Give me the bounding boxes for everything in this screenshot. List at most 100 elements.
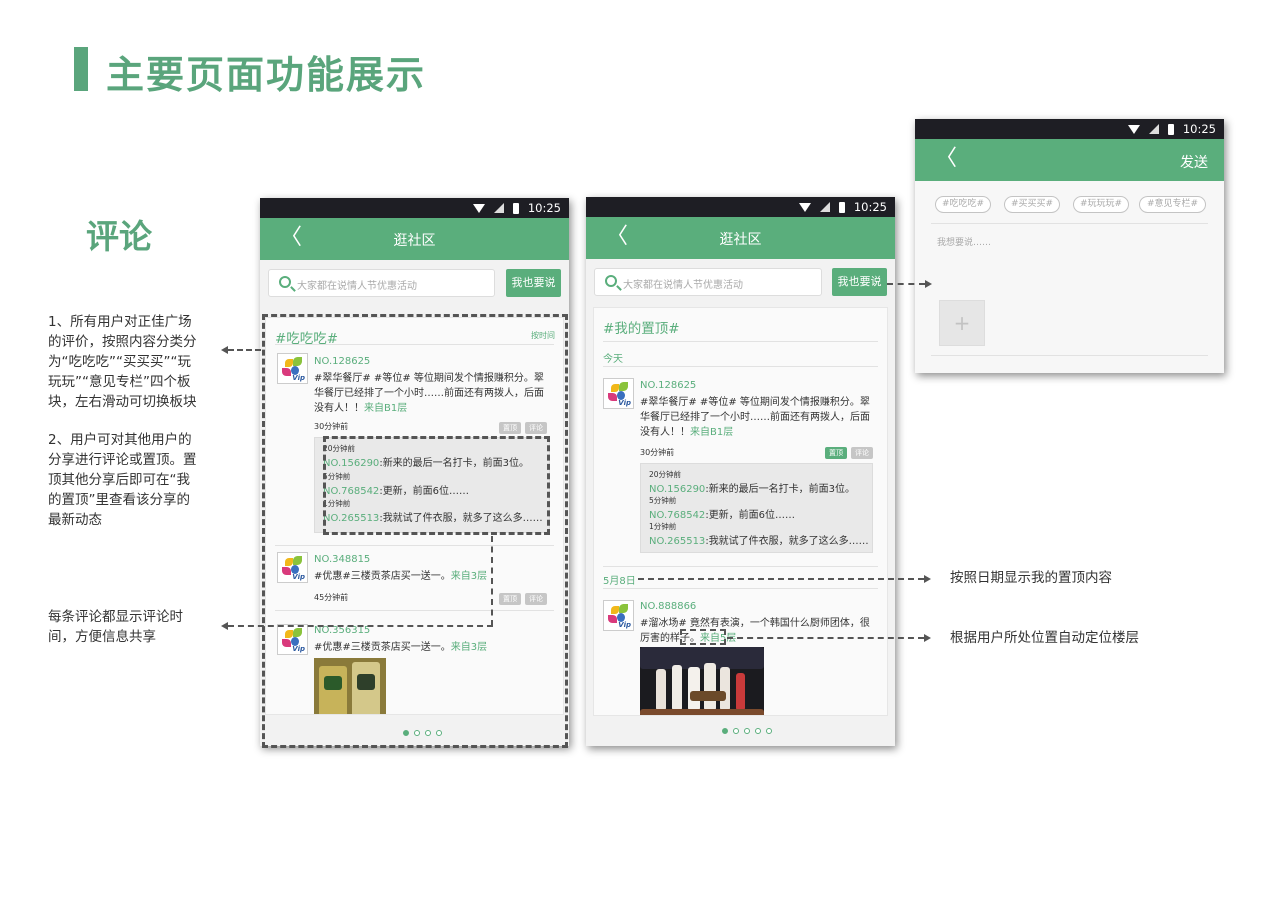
- status-bar: 10:25: [915, 119, 1224, 139]
- note-floor: 根据用户所处位置自动定位楼层: [950, 630, 1139, 646]
- note-line: 最新动态: [48, 512, 102, 528]
- note-line: 为“吃吃吃”“买买买”“玩: [48, 354, 191, 370]
- app-bar: 〈 逛社区: [260, 218, 569, 260]
- note-categories: 1、所有用户对正佳广场 的评价，按照内容分类分 为“吃吃吃”“买买买”“玩 玩玩…: [48, 312, 197, 412]
- divider: [931, 223, 1208, 224]
- page-dot[interactable]: [722, 728, 728, 734]
- note-line: 1、所有用户对正佳广场: [48, 314, 192, 330]
- post-button[interactable]: 我也要说: [832, 268, 887, 296]
- category-title: #我的置顶#: [603, 321, 680, 337]
- tag-chip[interactable]: #吃吃吃#: [935, 196, 991, 213]
- status-time: 10:25: [1182, 122, 1216, 136]
- app-bar: 〈 逛社区: [586, 217, 895, 259]
- highlight-reply-box: [323, 436, 550, 535]
- app-bar: 〈 发送: [915, 139, 1224, 181]
- reply-number: NO.265513: [649, 536, 706, 547]
- divider: [603, 341, 878, 342]
- search-input[interactable]: 大家都在说情人节优惠活动: [268, 269, 495, 297]
- search-row: 大家都在说情人节优惠活动 我也要说: [586, 268, 895, 308]
- comment-button[interactable]: 评论: [851, 447, 873, 459]
- page-dot[interactable]: [733, 728, 739, 734]
- signal-icon: [819, 202, 830, 212]
- divider: [603, 566, 878, 567]
- connector-line: [228, 625, 493, 627]
- pin-button[interactable]: 置顶: [825, 447, 847, 459]
- page-dot[interactable]: [744, 728, 750, 734]
- connector-line: [491, 536, 493, 626]
- reply-time: 5分钟前: [649, 496, 677, 505]
- status-time: 10:25: [853, 200, 887, 214]
- signal-icon: [1148, 124, 1159, 134]
- status-time: 10:25: [527, 201, 561, 215]
- connector-line: [727, 637, 924, 639]
- post-body: #翠华餐厅# #等位# 等位期间发个情报赚积分。翠华餐厅已经排了一个小时……前面…: [640, 397, 870, 438]
- post-time: 30分钟前: [640, 448, 675, 457]
- reply-box: 20分钟前 NO.156290:新来的最后一名打卡，前面3位。 5分钟前 NO.…: [640, 463, 873, 553]
- reply-item: NO.768542:更新，前面6位……: [649, 510, 796, 521]
- reply-text: 更新，前面6位……: [708, 510, 796, 521]
- divider: [931, 355, 1208, 356]
- arrow-head-icon: [925, 280, 932, 288]
- title-accent-bar: [74, 47, 88, 91]
- note-line: 分享进行评论或置顶。置: [48, 452, 197, 468]
- compose-input[interactable]: 我想要说……: [937, 235, 991, 248]
- status-bar: 10:25: [586, 197, 895, 217]
- post-floor: 来自B1层: [690, 427, 734, 438]
- reply-number: NO.768542: [649, 510, 706, 521]
- page-indicator[interactable]: [722, 728, 772, 734]
- reply-text: 新来的最后一名打卡，前面3位。: [708, 484, 856, 495]
- post-number: NO.888866: [640, 601, 697, 612]
- note-line: 块，左右滑动可切换板块: [48, 394, 197, 410]
- search-row: 大家都在说情人节优惠活动 我也要说: [260, 269, 569, 309]
- note-line: 2、用户可对其他用户的: [48, 432, 192, 448]
- back-icon[interactable]: 〈: [935, 148, 957, 170]
- battery-icon: [838, 201, 845, 213]
- send-button[interactable]: 发送: [1180, 152, 1208, 172]
- wifi-icon: [1127, 124, 1140, 134]
- tag-chip[interactable]: #意见专栏#: [1139, 196, 1206, 213]
- arrow-head-icon: [924, 575, 931, 583]
- arrow-head-icon: [924, 634, 931, 642]
- connector-line: [228, 349, 261, 351]
- battery-icon: [512, 202, 519, 214]
- search-icon: [605, 275, 617, 287]
- post-button[interactable]: 我也要说: [506, 269, 561, 297]
- note-by-date: 按照日期显示我的置顶内容: [950, 570, 1112, 586]
- note-line: 每条评论都显示评论时: [48, 609, 183, 625]
- reply-number: NO.156290: [649, 484, 706, 495]
- note-time: 每条评论都显示评论时 间，方便信息共享: [48, 607, 183, 647]
- arrow-head-icon: [221, 346, 228, 354]
- page-dot[interactable]: [755, 728, 761, 734]
- tag-chip[interactable]: #玩玩玩#: [1073, 196, 1129, 213]
- note-line: 的置顶”里查看该分享的: [48, 492, 190, 508]
- avatar: Vip: [603, 600, 634, 631]
- reply-time: 1分钟前: [649, 522, 677, 531]
- tag-chip[interactable]: #买买买#: [1004, 196, 1060, 213]
- post-text: #翠华餐厅# #等位# 等位期间发个情报赚积分。翠华餐厅已经排了一个小时……前面…: [640, 395, 878, 440]
- pinned-card: #我的置顶# 今天 Vip NO.128625 #翠华餐厅# #等位# 等位期间…: [593, 307, 888, 716]
- search-placeholder: 大家都在说情人节优惠活动: [623, 280, 743, 291]
- date-header: 5月8日: [603, 576, 636, 587]
- page-dot[interactable]: [766, 728, 772, 734]
- reply-time: 20分钟前: [649, 470, 682, 479]
- date-header: 今天: [603, 354, 623, 365]
- note-line: 玩玩”“意见专栏”四个板: [48, 374, 191, 390]
- search-input[interactable]: 大家都在说情人节优惠活动: [594, 268, 822, 296]
- post-text: #溜冰场# 竟然有表演，一个韩国什么厨师团体，很厉害的样子。来自5层: [640, 616, 872, 646]
- post-photo-chefs[interactable]: [640, 647, 764, 715]
- compose-area: #吃吃吃# #买买买# #玩玩玩# #意见专栏# 我想要说…… +: [915, 181, 1224, 371]
- wifi-icon: [472, 203, 485, 213]
- note-line: 顶其他分享后即可在“我: [48, 472, 190, 488]
- app-bar-title: 逛社区: [393, 233, 436, 249]
- battery-icon: [1167, 123, 1174, 135]
- note-line: 间，方便信息共享: [48, 629, 156, 645]
- search-placeholder: 大家都在说情人节优惠活动: [297, 281, 417, 292]
- wifi-icon: [798, 202, 811, 212]
- section-label: 评论: [86, 217, 152, 256]
- note-pin: 2、用户可对其他用户的 分享进行评论或置顶。置 顶其他分享后即可在“我 的置顶”…: [48, 430, 197, 530]
- arrow-head-icon: [221, 622, 228, 630]
- reply-item: NO.265513:我就试了件衣服，就多了这么多……: [649, 536, 869, 547]
- add-image-button[interactable]: +: [939, 300, 985, 346]
- post-number: NO.128625: [640, 380, 697, 391]
- avatar: Vip: [603, 378, 634, 409]
